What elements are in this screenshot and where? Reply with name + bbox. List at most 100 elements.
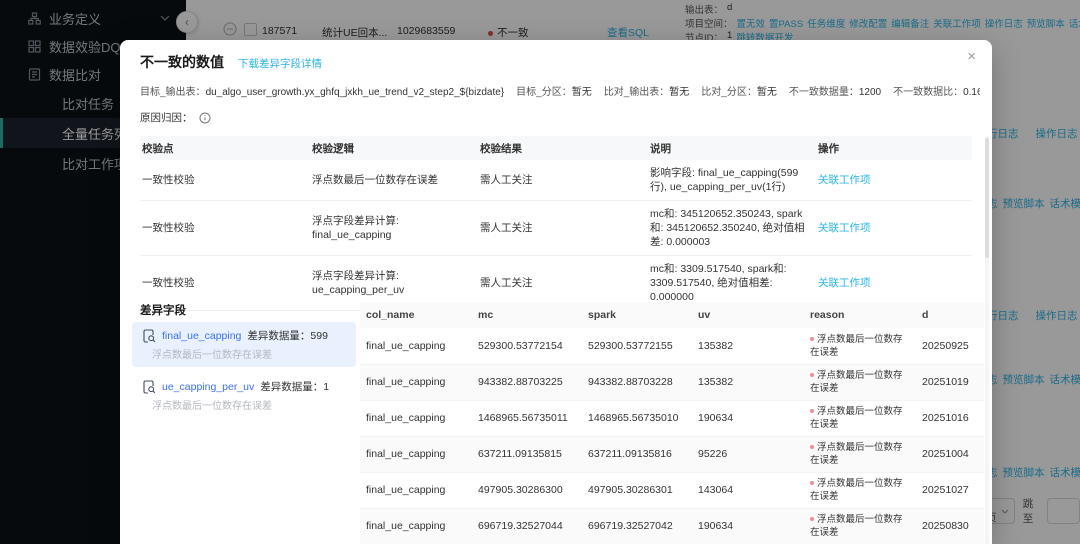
inconsistent-values-modal: × 不一致的数值 下载差异字段详情 目标_输出表：du_algo_user_gr… bbox=[120, 40, 992, 544]
cell-col-name: final_ue_capping bbox=[360, 436, 472, 472]
col-reason: reason bbox=[804, 302, 916, 328]
target-partition-value: 暂无 bbox=[572, 87, 592, 98]
cell-mc: 529300.53772154 bbox=[472, 328, 582, 364]
col-check-logic: 校验逻辑 bbox=[310, 136, 478, 160]
cell-spark: 637211.09135816 bbox=[582, 436, 692, 472]
diff-field-item-ue-capping-per-uv[interactable]: ue_capping_per_uv 差异数据量：1 浮点数最后一位数存在误差 bbox=[132, 373, 356, 418]
cell-spark: 529300.53772155 bbox=[582, 328, 692, 364]
validation-table: 校验点 校验逻辑 校验结果 说明 操作 一致性校验 浮点数最后一位数存在误差 需… bbox=[140, 136, 972, 311]
link-workitem-link[interactable]: 关联工作项 bbox=[818, 174, 871, 186]
link-workitem-link[interactable]: 关联工作项 bbox=[818, 277, 871, 289]
cell-d: 20250830 bbox=[916, 508, 984, 544]
cell-reason: 浮点数最后一位数存在误差 bbox=[804, 364, 916, 400]
cell-uv: 135382 bbox=[692, 328, 804, 364]
file-search-icon bbox=[142, 380, 156, 394]
diff-fields-title: 差异字段 bbox=[140, 302, 186, 318]
check-point: 一致性校验 bbox=[140, 201, 310, 256]
check-result: 需人工关注 bbox=[478, 160, 648, 201]
table-row: 一致性校验 浮点数最后一位数存在误差 需人工关注 影响字段: final_ue_… bbox=[140, 160, 972, 201]
col-col-name: col_name bbox=[360, 302, 472, 328]
info-icon[interactable] bbox=[199, 112, 211, 124]
app-root: 业务定义 数据效验DQC 数据比对 比对任务 bbox=[0, 0, 1080, 544]
table-row: 一致性校验 浮点字段差异计算: final_ue_capping 需人工关注 m… bbox=[140, 201, 972, 256]
check-desc: 影响字段: final_ue_capping(599行), ue_capping… bbox=[648, 160, 816, 201]
inconsistent-count-label: 不一致数据量： bbox=[789, 87, 859, 98]
cell-uv: 143064 bbox=[692, 472, 804, 508]
reason-dot-icon bbox=[810, 517, 814, 521]
diff-count-value: 1 bbox=[323, 381, 329, 393]
modal-scrollbar[interactable] bbox=[985, 136, 989, 544]
cell-reason: 浮点数最后一位数存在误差 bbox=[804, 472, 916, 508]
cell-reason: 浮点数最后一位数存在误差 bbox=[804, 400, 916, 436]
col-check-point: 校验点 bbox=[140, 136, 310, 160]
check-point: 一致性校验 bbox=[140, 160, 310, 201]
inconsistent-ratio-label: 不一致数据比： bbox=[893, 87, 963, 98]
compare-output-table-value: 暂无 bbox=[669, 87, 689, 98]
cell-uv: 135382 bbox=[692, 364, 804, 400]
cell-mc: 943382.88703225 bbox=[472, 364, 582, 400]
col-description: 说明 bbox=[648, 136, 816, 160]
table-row: final_ue_capping 696719.32527044 696719.… bbox=[360, 508, 984, 544]
cell-uv: 190634 bbox=[692, 508, 804, 544]
cell-spark: 943382.88703228 bbox=[582, 364, 692, 400]
scrollbar-thumb[interactable] bbox=[985, 138, 989, 258]
cell-mc: 1468965.56735011 bbox=[472, 400, 582, 436]
cell-col-name: final_ue_capping bbox=[360, 400, 472, 436]
reason-dot-icon bbox=[810, 373, 814, 377]
cell-spark: 1468965.56735010 bbox=[582, 400, 692, 436]
modal-header: 不一致的数值 下载差异字段详情 bbox=[140, 52, 322, 72]
reason-attribution-row: 原因归因： bbox=[140, 110, 211, 125]
reason-attribution-label: 原因归因： bbox=[140, 110, 193, 125]
table-row: final_ue_capping 529300.53772154 529300.… bbox=[360, 328, 984, 364]
cell-mc: 696719.32527044 bbox=[472, 508, 582, 544]
cell-reason: 浮点数最后一位数存在误差 bbox=[804, 508, 916, 544]
check-logic: 浮点数最后一位数存在误差 bbox=[310, 160, 478, 201]
col-check-result: 校验结果 bbox=[478, 136, 648, 160]
check-result: 需人工关注 bbox=[478, 201, 648, 256]
cell-col-name: final_ue_capping bbox=[360, 508, 472, 544]
compare-output-table-label: 比对_输出表： bbox=[604, 87, 670, 98]
link-workitem-link[interactable]: 关联工作项 bbox=[818, 222, 871, 234]
table-row: final_ue_capping 943382.88703225 943382.… bbox=[360, 364, 984, 400]
cell-d: 20250925 bbox=[916, 328, 984, 364]
diff-count-label: 差异数据量： bbox=[247, 330, 310, 342]
validation-header-row: 校验点 校验逻辑 校验结果 说明 操作 bbox=[140, 136, 972, 160]
inconsistent-count-value: 1200 bbox=[859, 87, 881, 98]
field-desc: 浮点数最后一位数存在误差 bbox=[152, 346, 348, 361]
reason-dot-icon bbox=[810, 481, 814, 485]
cell-reason: 浮点数最后一位数存在误差 bbox=[804, 328, 916, 364]
check-logic: 浮点字段差异计算: final_ue_capping bbox=[310, 201, 478, 256]
download-diff-link[interactable]: 下载差异字段详情 bbox=[238, 56, 322, 71]
col-action: 操作 bbox=[816, 136, 972, 160]
target-partition-label: 目标_分区： bbox=[516, 87, 572, 98]
diff-field-list: final_ue_capping 差异数据量：599 浮点数最后一位数存在误差 … bbox=[132, 322, 356, 424]
cell-mc: 637211.09135815 bbox=[472, 436, 582, 472]
diff-count-label: 差异数据量： bbox=[260, 381, 323, 393]
diff-table-header-row: col_name mc spark uv reason d bbox=[360, 302, 984, 328]
reason-dot-icon bbox=[810, 445, 814, 449]
cell-reason: 浮点数最后一位数存在误差 bbox=[804, 436, 916, 472]
compare-partition-label: 比对_分区： bbox=[701, 87, 757, 98]
cell-spark: 696719.32527042 bbox=[582, 508, 692, 544]
cell-d: 20251019 bbox=[916, 364, 984, 400]
cell-d: 20251016 bbox=[916, 400, 984, 436]
table-row: final_ue_capping 497905.30286300 497905.… bbox=[360, 472, 984, 508]
diff-count-value: 599 bbox=[310, 330, 328, 342]
diff-field-item-final-ue-capping[interactable]: final_ue_capping 差异数据量：599 浮点数最后一位数存在误差 bbox=[132, 322, 356, 367]
cell-uv: 190634 bbox=[692, 400, 804, 436]
check-desc: mc和: 345120652.350243, spark和: 345120652… bbox=[648, 201, 816, 256]
modal-title: 不一致的数值 bbox=[140, 52, 224, 72]
target-output-table-label: 目标_输出表： bbox=[140, 87, 206, 98]
compare-partition-value: 暂无 bbox=[757, 87, 777, 98]
col-d: d bbox=[916, 302, 984, 328]
cell-col-name: final_ue_capping bbox=[360, 328, 472, 364]
target-output-table-value: du_algo_user_growth.yx_ghfq_jxkh_ue_tren… bbox=[206, 87, 505, 98]
close-icon[interactable]: × bbox=[967, 48, 976, 65]
modal-meta: 目标_输出表：du_algo_user_growth.yx_ghfq_jxkh_… bbox=[140, 83, 980, 98]
cell-col-name: final_ue_capping bbox=[360, 364, 472, 400]
cell-d: 20251027 bbox=[916, 472, 984, 508]
reason-dot-icon bbox=[810, 409, 814, 413]
cell-mc: 497905.30286300 bbox=[472, 472, 582, 508]
field-name: final_ue_capping bbox=[162, 330, 241, 342]
reason-dot-icon bbox=[810, 337, 814, 341]
